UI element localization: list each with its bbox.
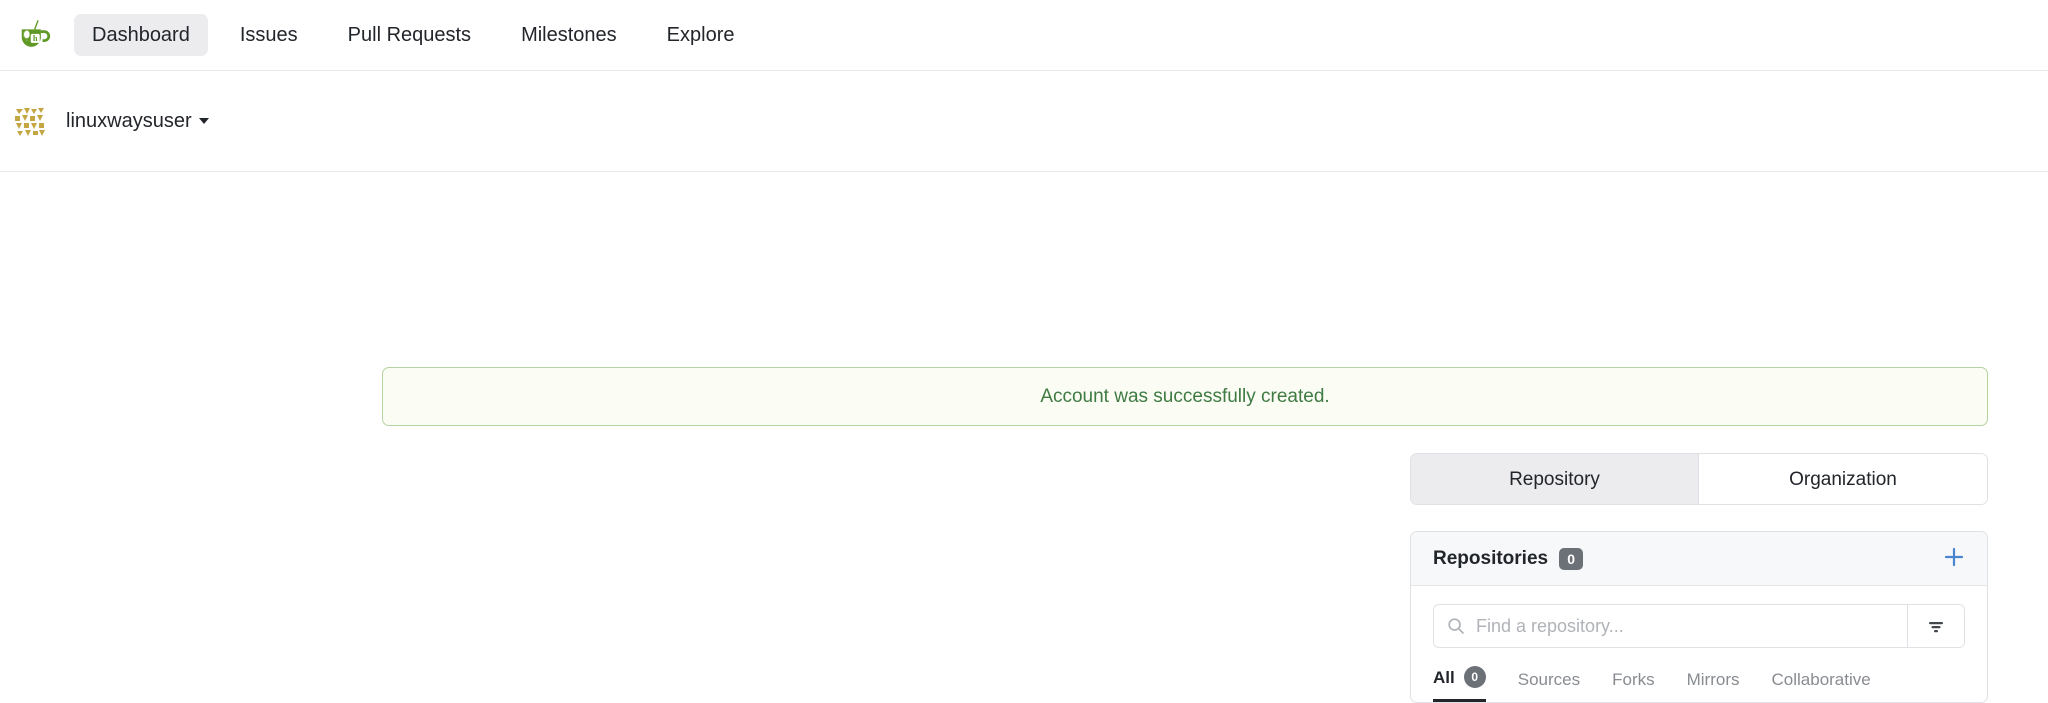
search-icon — [1447, 617, 1465, 635]
repositories-panel-header: Repositories 0 — [1411, 532, 1987, 586]
repositories-count-badge: 0 — [1559, 547, 1584, 570]
repo-tab-sources[interactable]: Sources — [1518, 671, 1580, 702]
nav-item-issues[interactable]: Issues — [222, 14, 316, 56]
repo-tab-collaborative[interactable]: Collaborative — [1772, 671, 1871, 702]
repo-tab-all-label: All — [1433, 667, 1455, 687]
user-context-bar: linuxwaysuser — [0, 71, 2048, 172]
repo-tab-all[interactable]: All 0 — [1433, 666, 1486, 702]
identicon-avatar[interactable] — [14, 105, 46, 137]
repo-tab-forks[interactable]: Forks — [1612, 671, 1655, 702]
context-switcher-tabs: Repository Organization — [1410, 453, 1988, 505]
flash-success-banner: Account was successfully created. — [382, 367, 1988, 426]
repository-search-field[interactable] — [1434, 605, 1908, 647]
filter-icon[interactable] — [1908, 605, 1964, 647]
page-content: Account was successfully created. Reposi… — [0, 172, 2048, 703]
gitea-teacup-logo-icon[interactable]: h — [14, 16, 52, 54]
flash-message-text: Account was successfully created. — [1040, 385, 1330, 407]
repositories-title: Repositories — [1433, 548, 1549, 569]
caret-down-icon — [198, 117, 209, 124]
repository-filter-tabs: All 0 Sources Forks Mirrors Collaborativ… — [1433, 662, 1965, 702]
search-input[interactable] — [1476, 615, 1907, 637]
username-dropdown[interactable]: linuxwaysuser — [66, 111, 209, 131]
repositories-panel-body: All 0 Sources Forks Mirrors Collaborativ… — [1411, 586, 1987, 702]
tab-organization[interactable]: Organization — [1699, 454, 1987, 504]
plus-icon[interactable] — [1941, 545, 1967, 573]
nav-item-explore[interactable]: Explore — [649, 14, 753, 56]
repo-tab-mirrors[interactable]: Mirrors — [1687, 671, 1740, 702]
svg-text:h: h — [33, 33, 38, 43]
nav-item-milestones[interactable]: Milestones — [503, 14, 635, 56]
repositories-panel: Repositories 0 Find a repository... All … — [1410, 531, 1988, 703]
tab-repository[interactable]: Repository — [1411, 454, 1699, 504]
nav-item-dashboard[interactable]: Dashboard — [74, 14, 208, 56]
top-navbar: h Dashboard Issues Pull Requests Milesto… — [0, 0, 2048, 71]
nav-item-pull-requests[interactable]: Pull Requests — [330, 14, 489, 56]
dashboard-right-column: Repository Organization Repositories 0 F… — [1410, 453, 1988, 703]
repo-tab-all-count: 0 — [1463, 666, 1486, 688]
repository-search-row — [1433, 604, 1965, 648]
username-label: linuxwaysuser — [66, 110, 192, 132]
